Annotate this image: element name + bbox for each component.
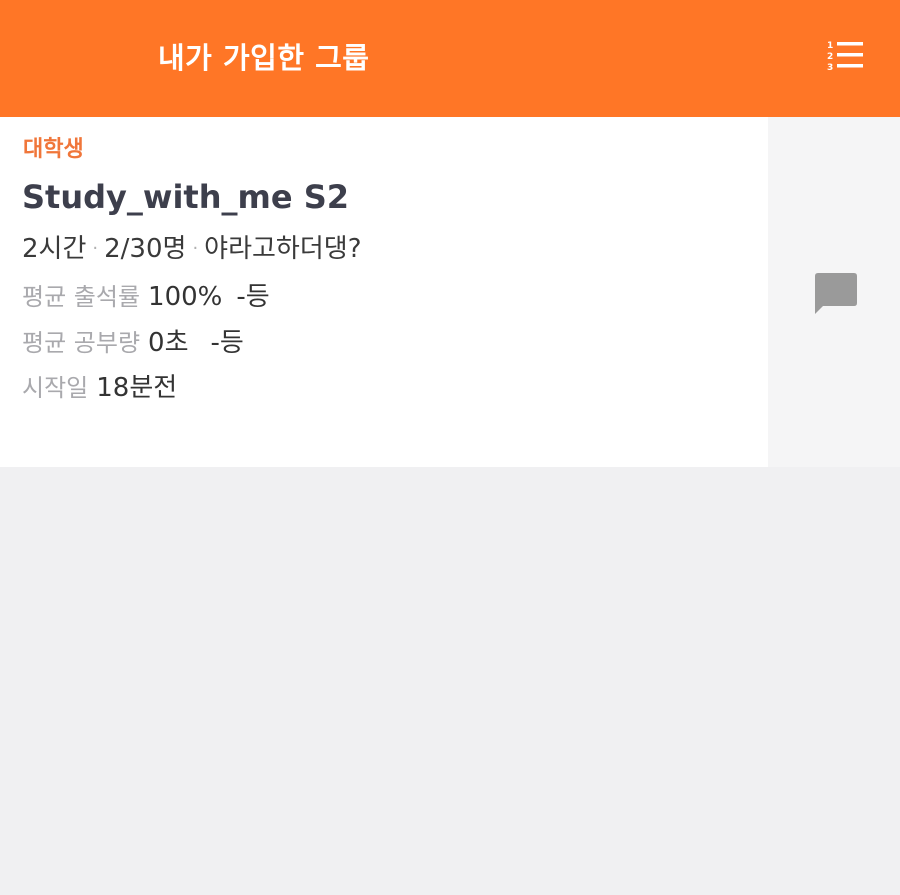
attendance-rank: -등 — [236, 282, 270, 312]
group-meta: 2시간 · 2/30명 · 야라고하더댕? — [22, 231, 362, 267]
separator-dot: · — [192, 238, 199, 259]
group-description: 야라고하더댕? — [204, 234, 362, 264]
study-label: 평균 공부량 — [22, 329, 141, 357]
chat-bubble-icon — [812, 270, 858, 320]
attendance-label: 평균 출석률 — [22, 283, 141, 311]
svg-text:3: 3 — [827, 63, 833, 71]
study-value: 0초 — [148, 328, 189, 358]
app-bar: 내가 가입한 그룹 1 2 3 — [0, 0, 900, 117]
svg-text:2: 2 — [827, 52, 833, 62]
sort-button[interactable]: 1 2 3 — [822, 36, 870, 78]
attendance-row: 평균 출석률 100% -등 — [22, 279, 270, 315]
svg-text:1: 1 — [827, 41, 833, 51]
start-value: 18분전 — [96, 373, 178, 403]
group-category: 대학생 — [23, 137, 84, 162]
group-members: 2/30명 — [104, 234, 187, 264]
start-label: 시작일 — [22, 374, 89, 402]
group-duration: 2시간 — [22, 234, 87, 264]
numbered-list-icon: 1 2 3 — [827, 39, 865, 75]
start-row: 시작일 18분전 — [22, 370, 177, 406]
attendance-value: 100% — [148, 282, 223, 312]
chat-button[interactable] — [810, 270, 860, 320]
study-row: 평균 공부량 0초 -등 — [22, 325, 244, 361]
page-title: 내가 가입한 그룹 — [158, 41, 370, 75]
group-title[interactable]: Study_with_me S2 — [22, 177, 349, 217]
study-rank: -등 — [210, 328, 244, 358]
separator-dot: · — [92, 238, 99, 259]
